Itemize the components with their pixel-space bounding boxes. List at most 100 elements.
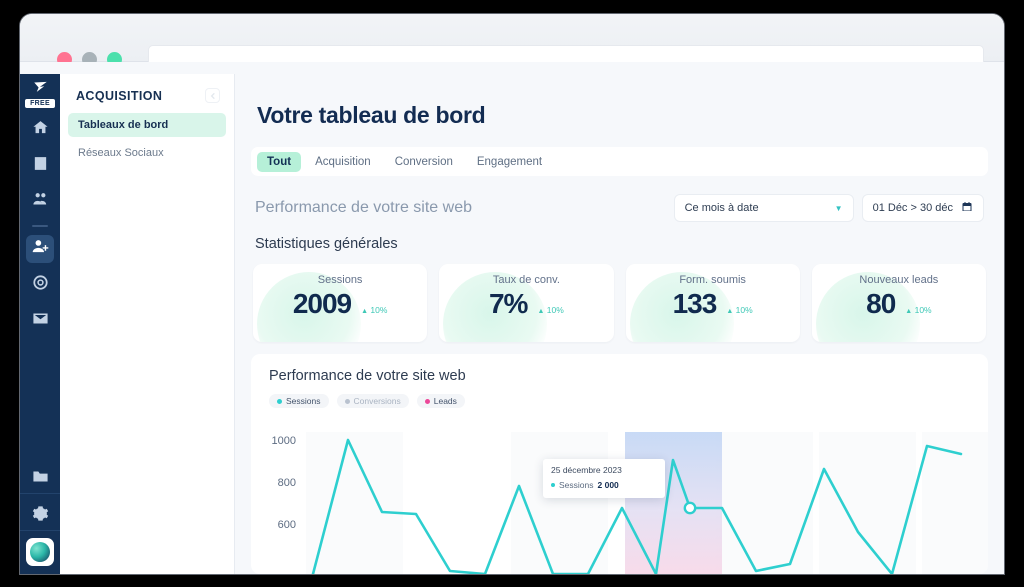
- avatar[interactable]: [26, 538, 54, 566]
- tab-conversion[interactable]: Conversion: [385, 152, 463, 172]
- tab-label: Tout: [267, 155, 292, 168]
- nav-panel: ACQUISITION Tableaux de bord Réseaux Soc…: [60, 74, 235, 574]
- legend-item-conversions[interactable]: Conversions: [336, 394, 409, 408]
- legend-item-leads[interactable]: Leads: [416, 394, 465, 408]
- kpi-delta: ▲ 10%: [537, 305, 563, 315]
- kpi-value: 7%: [488, 288, 528, 319]
- chart-plot-area[interactable]: 1000 800 600: [251, 424, 988, 574]
- y-tick-800: 800: [278, 477, 296, 489]
- user-add-icon: [32, 238, 49, 260]
- tab-acquisition[interactable]: Acquisition: [305, 152, 381, 172]
- kpi-label: Taux de conv.: [492, 274, 560, 286]
- tooltip-series-row: Sessions 2 000: [551, 480, 657, 490]
- target-icon: [32, 274, 49, 296]
- y-tick-1000: 1000: [272, 435, 296, 447]
- period-select-value: Ce mois à date: [684, 202, 759, 214]
- trend-up-icon: ▲: [726, 308, 734, 315]
- app-body: FREE ACQUISITION Tableaux de bord Réseau…: [20, 62, 1004, 574]
- legend-dot-conversions: [344, 398, 350, 404]
- kpi-card-nouveaux-leads[interactable]: Nouveaux leads 80 ▲ 10%: [811, 264, 986, 342]
- legend-label: Conversions: [353, 396, 401, 406]
- y-tick-600: 600: [278, 519, 296, 531]
- sidebar-item-reseaux-sociaux[interactable]: Réseaux Sociaux: [68, 141, 226, 165]
- tab-label: Acquisition: [315, 155, 371, 168]
- browser-window: FREE ACQUISITION Tableaux de bord Réseau…: [20, 14, 1004, 574]
- chart-panel: Performance de votre site web Sessions C…: [251, 354, 988, 574]
- chart-highlight-band: [625, 432, 722, 574]
- icon-rail: FREE: [20, 74, 60, 574]
- nav-header: ACQUISITION: [60, 74, 234, 113]
- sidebar-item-home[interactable]: [26, 116, 54, 144]
- tooltip-date: 25 décembre 2023: [551, 465, 622, 475]
- tabs-bar: Tout Acquisition Conversion Engagement: [251, 147, 988, 176]
- tab-engagement[interactable]: Engagement: [467, 152, 552, 172]
- book-icon: [32, 155, 49, 177]
- line-chart-svg: 1000 800 600: [272, 432, 988, 574]
- kpi-value-row: 2009 ▲ 10%: [253, 288, 427, 320]
- kpi-value: 2009: [292, 288, 352, 319]
- trend-up-icon: ▲: [905, 308, 913, 315]
- sidebar-item-files[interactable]: [26, 465, 54, 493]
- sidebar-item-campaigns[interactable]: [26, 271, 54, 299]
- main-content: Votre tableau de bord Tout Acquisition C…: [235, 74, 1004, 574]
- chart-legend: Sessions Conversions Leads: [269, 394, 970, 408]
- sidebar-item-settings[interactable]: [26, 502, 54, 530]
- chevron-down-icon: ▼: [834, 203, 843, 213]
- trend-up-icon: ▲: [537, 308, 545, 315]
- chart-tooltip: 25 décembre 2023 Sessions 2 000: [543, 459, 665, 498]
- mail-icon: [32, 310, 49, 332]
- tab-tout[interactable]: Tout: [257, 151, 302, 172]
- legend-label: Sessions: [286, 396, 321, 406]
- date-range-picker[interactable]: 01 Déc > 30 déc: [861, 194, 984, 222]
- sidebar-item-emails[interactable]: [26, 307, 54, 335]
- sidebar-item-label: Réseaux Sociaux: [78, 147, 164, 159]
- rail-divider-bottom: [20, 530, 60, 531]
- kpi-value-row: 7% ▲ 10%: [439, 288, 613, 320]
- kpi-delta-value: 10%: [914, 305, 932, 315]
- subsection-title: Statistiques générales: [255, 236, 398, 252]
- kpi-card-sessions[interactable]: Sessions 2009 ▲ 10%: [253, 264, 428, 342]
- avatar-image: [30, 542, 50, 562]
- kpi-delta-value: 10%: [546, 305, 564, 315]
- kpi-label: Sessions: [317, 274, 363, 286]
- browser-title-bar: [20, 14, 1004, 72]
- chart-hover-point: [683, 501, 697, 515]
- legend-item-sessions[interactable]: Sessions: [269, 394, 329, 408]
- kpi-value-row: 80 ▲ 10%: [812, 288, 986, 320]
- kpi-card-form-soumis[interactable]: Form. soumis 133 ▲ 10%: [625, 264, 800, 342]
- kpi-label: Nouveaux leads: [859, 274, 939, 286]
- kpi-card-taux-de-conv[interactable]: Taux de conv. 7% ▲ 10%: [439, 264, 614, 342]
- section-controls: Ce mois à date ▼ 01 Déc > 30 déc: [673, 194, 984, 222]
- sidebar-item-contacts[interactable]: [26, 188, 54, 216]
- tab-label: Engagement: [476, 155, 543, 168]
- home-icon: [32, 119, 49, 141]
- kpi-row: Sessions 2009 ▲ 10% Taux de conv. 7% ▲ 1…: [251, 264, 988, 342]
- rail-separator: [32, 225, 48, 227]
- kpi-delta: ▲ 10%: [905, 305, 931, 315]
- kpi-value: 80: [866, 288, 896, 319]
- plan-badge: FREE: [25, 99, 55, 108]
- tooltip-series-value: 2 000: [597, 480, 619, 490]
- period-select[interactable]: Ce mois à date ▼: [673, 194, 854, 222]
- trend-up-icon: ▲: [361, 308, 369, 315]
- nav-title: ACQUISITION: [76, 88, 163, 103]
- chevron-left-icon: [209, 87, 217, 105]
- page-title: Votre tableau de bord: [257, 102, 486, 128]
- app-logo[interactable]: FREE: [25, 80, 55, 108]
- kpi-delta: ▲ 10%: [726, 305, 752, 315]
- kpi-delta: ▲ 10%: [361, 305, 387, 315]
- kpi-delta-value: 10%: [370, 305, 388, 315]
- legend-dot-leads: [424, 398, 430, 404]
- nav-collapse-button[interactable]: [205, 88, 220, 103]
- chart-title: Performance de votre site web: [269, 368, 466, 384]
- gear-icon: [32, 505, 49, 527]
- sidebar-item-guides[interactable]: [26, 152, 54, 180]
- sidebar-item-acquisition[interactable]: [26, 235, 54, 263]
- sidebar-item-label: Tableaux de bord: [78, 119, 169, 131]
- bird-logo-icon: [25, 80, 55, 98]
- kpi-delta-value: 10%: [735, 305, 753, 315]
- rail-divider-top: [20, 493, 60, 494]
- chart-y-axis: 1000 800 600: [272, 435, 296, 531]
- sidebar-item-tableaux-de-bord[interactable]: Tableaux de bord: [68, 113, 226, 137]
- tab-label: Conversion: [394, 155, 453, 168]
